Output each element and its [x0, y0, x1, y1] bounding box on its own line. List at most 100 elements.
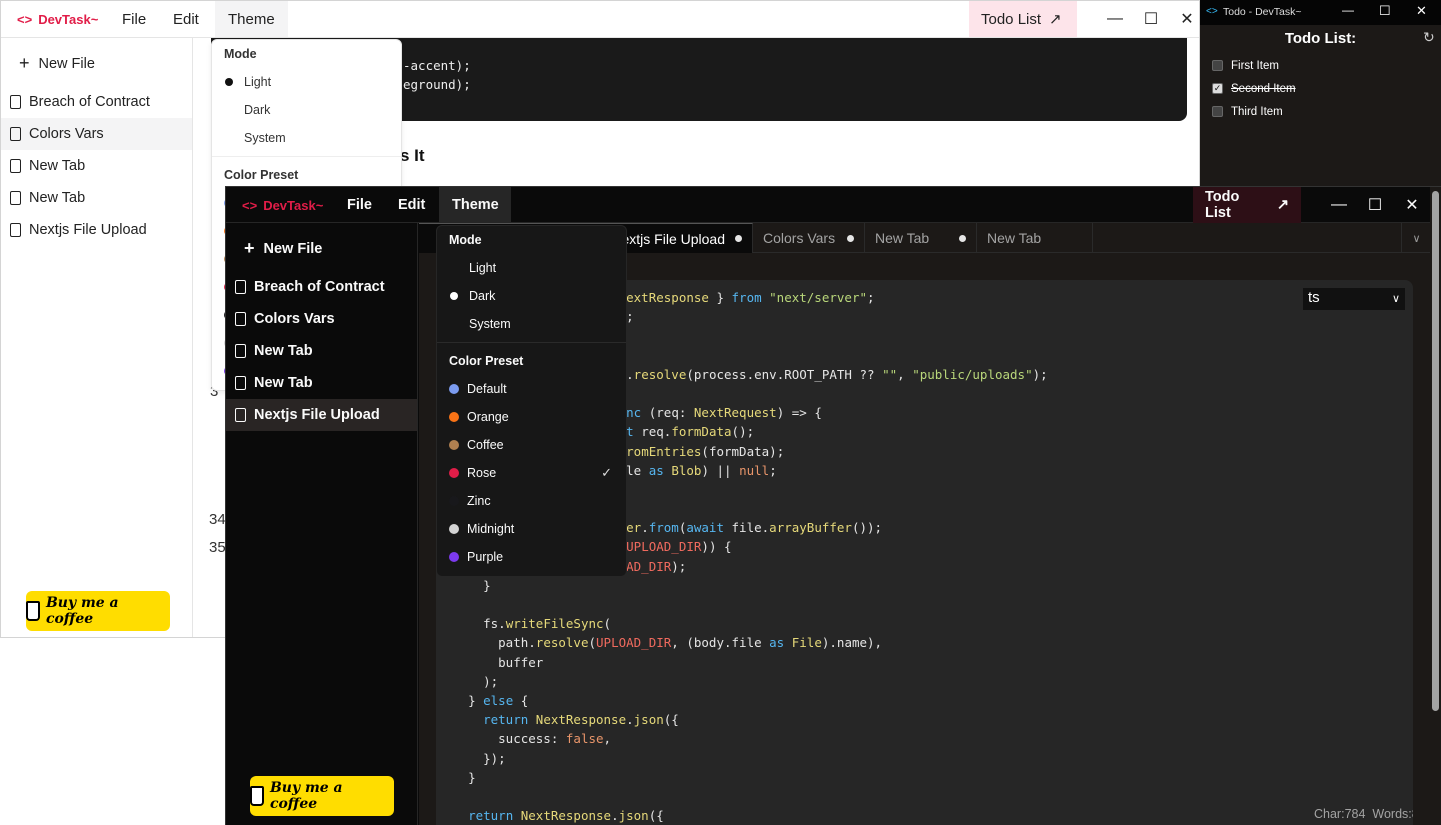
- sidebar-item[interactable]: Nextjs File Upload: [226, 399, 417, 431]
- todo-item[interactable]: First Item: [1200, 54, 1441, 77]
- mode-option-system[interactable]: System: [437, 310, 626, 338]
- new-file-button[interactable]: + New File: [19, 53, 95, 74]
- checkbox[interactable]: [1212, 60, 1223, 71]
- tab[interactable]: Colors Vars: [753, 223, 865, 253]
- code-token: ({: [663, 712, 679, 728]
- sidebar-item[interactable]: Colors Vars: [226, 303, 417, 335]
- close-button[interactable]: ✕: [1169, 1, 1199, 37]
- todo-item[interactable]: ✓ Second Item: [1200, 77, 1441, 100]
- code-token: path: [498, 635, 529, 651]
- code-line: success: false,: [453, 729, 1048, 748]
- new-file-label: New File: [263, 240, 323, 257]
- minimize-button[interactable]: —: [1097, 1, 1133, 37]
- refresh-icon[interactable]: ↻: [1423, 29, 1435, 46]
- scrollbar[interactable]: [1430, 187, 1441, 825]
- file-icon: [235, 312, 246, 326]
- mode-header: Mode: [449, 233, 482, 247]
- tabs-chevron-down-icon[interactable]: ∨: [1401, 223, 1431, 253]
- sidebar-item[interactable]: New Tab: [226, 335, 417, 367]
- scrollbar-thumb[interactable]: [1432, 191, 1439, 711]
- code-token: resolve: [535, 635, 589, 651]
- mode-option-dark[interactable]: Dark: [437, 282, 626, 310]
- file-icon: [10, 127, 21, 141]
- plus-icon: +: [19, 53, 30, 73]
- buy-me-a-coffee-button[interactable]: Buy me a coffee: [250, 776, 394, 816]
- sidebar-item-label: New Tab: [254, 375, 313, 391]
- menu-theme[interactable]: Theme: [215, 1, 288, 37]
- close-button[interactable]: ✕: [1394, 187, 1430, 223]
- preset-option-zinc[interactable]: Zinc: [437, 487, 626, 515]
- minimize-button[interactable]: —: [1321, 187, 1357, 223]
- minimize-button[interactable]: —: [1342, 3, 1354, 17]
- preset-option-purple[interactable]: Purple: [437, 543, 626, 571]
- sidebar-item[interactable]: Colors Vars: [1, 118, 192, 150]
- checkbox[interactable]: [1212, 106, 1223, 117]
- preset-option-orange[interactable]: Orange: [437, 403, 626, 431]
- external-link-icon: ↗: [1049, 11, 1062, 28]
- maximize-button[interactable]: ☐: [1357, 187, 1393, 223]
- preset-option-rose[interactable]: Rose ✓: [437, 459, 626, 487]
- code-token: name: [836, 635, 868, 651]
- code-token: buffer: [498, 654, 544, 670]
- tab[interactable]: New Tab: [865, 223, 977, 253]
- code-token: )): [701, 539, 717, 555]
- sidebar-item-label: Breach of Contract: [29, 94, 150, 110]
- maximize-button[interactable]: ☐: [1133, 1, 1169, 37]
- todo-list-button[interactable]: Todo List ↗: [969, 1, 1077, 37]
- code-token: as: [648, 462, 664, 478]
- code-line: fs.writeFileSync(: [453, 614, 1048, 633]
- sidebar-item[interactable]: New Tab: [226, 367, 417, 399]
- mode-option-system[interactable]: System: [212, 124, 401, 152]
- new-file-button[interactable]: + New File: [244, 238, 322, 259]
- code-token: file: [731, 635, 762, 651]
- preset-option-midnight[interactable]: Midnight: [437, 515, 626, 543]
- sidebar: + New File Breach of Contract Colors Vars N…: [1, 38, 193, 637]
- language-select[interactable]: ts ∨: [1303, 288, 1405, 310]
- sidebar-item-label: Breach of Contract: [254, 279, 385, 295]
- buy-me-a-coffee-button[interactable]: Buy me a coffee: [26, 591, 170, 631]
- code-token: =>: [791, 405, 807, 421]
- code-token: .: [611, 808, 619, 824]
- code-token: (: [686, 635, 694, 651]
- preset-option-coffee[interactable]: Coffee: [437, 431, 626, 459]
- code-token: }: [468, 769, 476, 785]
- external-link-icon: ↗: [1276, 197, 1289, 213]
- preset-option-default[interactable]: Default: [437, 375, 626, 403]
- divider: [212, 156, 401, 157]
- sidebar-item[interactable]: New Tab: [1, 150, 192, 182]
- code-token: (: [603, 616, 612, 632]
- mode-option-light[interactable]: Light: [212, 68, 401, 96]
- code-token: File: [791, 635, 822, 651]
- todo-list-button[interactable]: Todo List ↗: [1193, 187, 1301, 223]
- sidebar-item[interactable]: Breach of Contract: [1, 86, 192, 118]
- menu-file[interactable]: File: [334, 187, 385, 223]
- maximize-button[interactable]: ☐: [1379, 3, 1391, 19]
- code-line: });: [453, 749, 1048, 768]
- file-icon: [10, 223, 21, 237]
- menu-theme[interactable]: Theme: [439, 187, 511, 223]
- sidebar-item[interactable]: New Tab: [1, 182, 192, 214]
- mode-option-light[interactable]: Light: [437, 254, 626, 282]
- todo-item[interactable]: Third Item: [1200, 100, 1441, 123]
- mode-option-dark[interactable]: Dark: [212, 96, 401, 124]
- tab[interactable]: New Tab: [977, 223, 1093, 253]
- checkbox[interactable]: ✓: [1212, 83, 1223, 94]
- code-token: ,: [603, 731, 612, 747]
- menu-file[interactable]: File: [109, 1, 159, 37]
- menu-edit[interactable]: Edit: [160, 1, 212, 37]
- todo-item-label: First Item: [1231, 59, 1279, 72]
- code-token: ({: [648, 808, 664, 824]
- menu-edit[interactable]: Edit: [385, 187, 438, 223]
- sidebar-item[interactable]: Nextjs File Upload: [1, 214, 192, 246]
- close-button[interactable]: ✕: [1416, 3, 1427, 19]
- unsaved-dot-icon: [959, 234, 966, 242]
- sidebar-item[interactable]: Breach of Contract: [226, 271, 417, 303]
- tab-label: New Tab: [875, 230, 930, 246]
- code-token: "public/uploads": [912, 366, 1033, 382]
- coffee-label: Buy me a coffee: [45, 595, 119, 627]
